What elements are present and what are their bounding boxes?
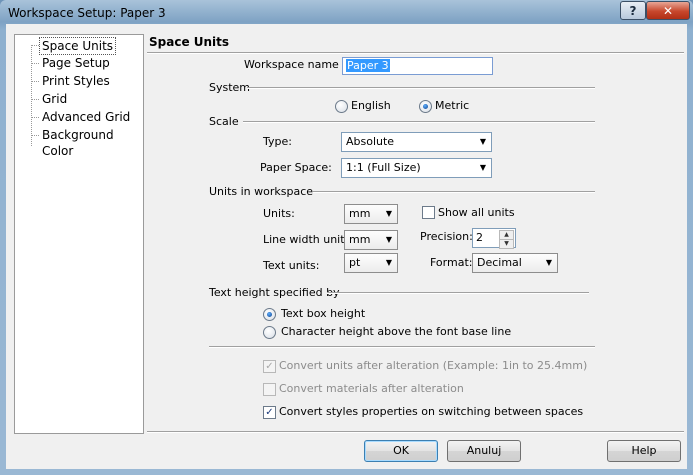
tree-connector bbox=[31, 45, 32, 146]
type-label: Type: bbox=[263, 135, 292, 148]
window-title: Workspace Setup: Paper 3 bbox=[8, 6, 166, 20]
divider bbox=[243, 121, 595, 123]
paper-space-dropdown[interactable]: 1:1 (Full Size) ▼ bbox=[341, 158, 492, 178]
precision-value: 2 bbox=[476, 231, 483, 244]
divider bbox=[247, 87, 595, 89]
spin-down-icon[interactable]: ▼ bbox=[499, 239, 514, 249]
dialog-client-area: Space Units Page Setup Print Styles Grid… bbox=[6, 24, 687, 469]
units-label: Units: bbox=[263, 207, 295, 220]
dialog-window: Workspace Setup: Paper 3 ? ✕ Space Units… bbox=[0, 0, 693, 475]
nav-item-grid[interactable]: Grid bbox=[40, 91, 69, 107]
convert-units-label: Convert units after alteration (Example:… bbox=[279, 359, 588, 372]
format-dropdown[interactable]: Decimal ▼ bbox=[472, 253, 558, 273]
chevron-down-icon: ▼ bbox=[545, 258, 553, 267]
tree-connector bbox=[31, 81, 39, 82]
text-height-group-label: Text height specified by bbox=[209, 286, 340, 299]
line-width-units-dropdown[interactable]: mm ▼ bbox=[344, 230, 398, 250]
nav-item-print-styles[interactable]: Print Styles bbox=[40, 73, 112, 89]
chevron-down-icon: ▼ bbox=[479, 137, 487, 146]
convert-materials-checkbox[interactable] bbox=[263, 383, 276, 396]
english-radio[interactable] bbox=[335, 100, 348, 113]
tree-connector bbox=[31, 63, 39, 64]
nav-item-page-setup[interactable]: Page Setup bbox=[40, 55, 112, 71]
character-height-label: Character height above the font base lin… bbox=[281, 325, 512, 338]
section-title: Space Units bbox=[149, 35, 230, 49]
convert-styles-label: Convert styles properties on switching b… bbox=[279, 405, 584, 418]
nav-item-advanced-grid[interactable]: Advanced Grid bbox=[40, 109, 132, 125]
units-group-label: Units in workspace bbox=[209, 185, 314, 198]
text-units-dropdown[interactable]: pt ▼ bbox=[344, 253, 398, 273]
text-box-height-radio[interactable] bbox=[263, 308, 276, 321]
system-group-label: System bbox=[209, 81, 251, 94]
precision-spinner[interactable]: 2 ▲ ▼ bbox=[472, 228, 516, 249]
workspace-name-label: Workspace name bbox=[244, 58, 339, 71]
english-label: English bbox=[351, 99, 391, 112]
show-all-units-checkbox[interactable] bbox=[422, 206, 435, 219]
scale-type-value: Absolute bbox=[346, 135, 395, 148]
show-all-units-label: Show all units bbox=[438, 206, 515, 219]
text-units-value: pt bbox=[349, 256, 361, 269]
nav-item-background-color[interactable]: Background Color bbox=[40, 127, 143, 158]
divider bbox=[209, 346, 595, 348]
chevron-down-icon: ▼ bbox=[479, 163, 487, 172]
chevron-down-icon: ▼ bbox=[385, 209, 393, 218]
character-height-radio[interactable] bbox=[263, 326, 276, 339]
convert-units-checkbox[interactable]: ✓ bbox=[263, 360, 276, 373]
metric-radio[interactable] bbox=[419, 100, 432, 113]
format-label: Format: bbox=[430, 256, 473, 269]
divider bbox=[147, 431, 684, 433]
text-units-label: Text units: bbox=[263, 259, 320, 272]
ok-button[interactable]: OK bbox=[364, 440, 438, 462]
tree-connector bbox=[31, 99, 39, 100]
convert-styles-checkbox[interactable]: ✓ bbox=[263, 406, 276, 419]
precision-label: Precision: bbox=[420, 230, 473, 243]
workspace-name-value: Paper 3 bbox=[346, 59, 390, 72]
format-value: Decimal bbox=[477, 256, 522, 269]
divider bbox=[327, 292, 589, 294]
convert-materials-label: Convert materials after alteration bbox=[279, 382, 464, 395]
titlebar-help-button[interactable]: ? bbox=[620, 1, 646, 20]
line-width-units-label: Line width units: bbox=[263, 233, 354, 246]
tree-connector bbox=[31, 135, 39, 136]
scale-type-dropdown[interactable]: Absolute ▼ bbox=[341, 132, 492, 152]
units-value: mm bbox=[349, 207, 371, 220]
scale-group-label: Scale bbox=[209, 115, 239, 128]
text-box-height-label: Text box height bbox=[281, 307, 366, 320]
tree-connector bbox=[31, 45, 39, 46]
workspace-name-input[interactable]: Paper 3 bbox=[342, 57, 493, 75]
divider bbox=[313, 191, 595, 193]
paper-space-label: Paper Space: bbox=[260, 161, 332, 174]
paper-space-value: 1:1 (Full Size) bbox=[346, 161, 421, 174]
nav-tree: Space Units Page Setup Print Styles Grid… bbox=[14, 34, 144, 434]
tree-connector bbox=[31, 117, 39, 118]
chevron-down-icon: ▼ bbox=[385, 258, 393, 267]
metric-label: Metric bbox=[435, 99, 470, 112]
units-dropdown[interactable]: mm ▼ bbox=[344, 204, 398, 224]
titlebar-close-button[interactable]: ✕ bbox=[646, 1, 690, 20]
settings-panel: Space Units Workspace name Paper 3 Syste… bbox=[147, 34, 684, 432]
line-width-units-value: mm bbox=[349, 233, 371, 246]
cancel-button[interactable]: Anuluj bbox=[447, 440, 521, 462]
help-button[interactable]: Help bbox=[607, 440, 681, 462]
chevron-down-icon: ▼ bbox=[385, 235, 393, 244]
divider bbox=[147, 52, 684, 54]
nav-item-space-units[interactable]: Space Units bbox=[39, 37, 117, 55]
